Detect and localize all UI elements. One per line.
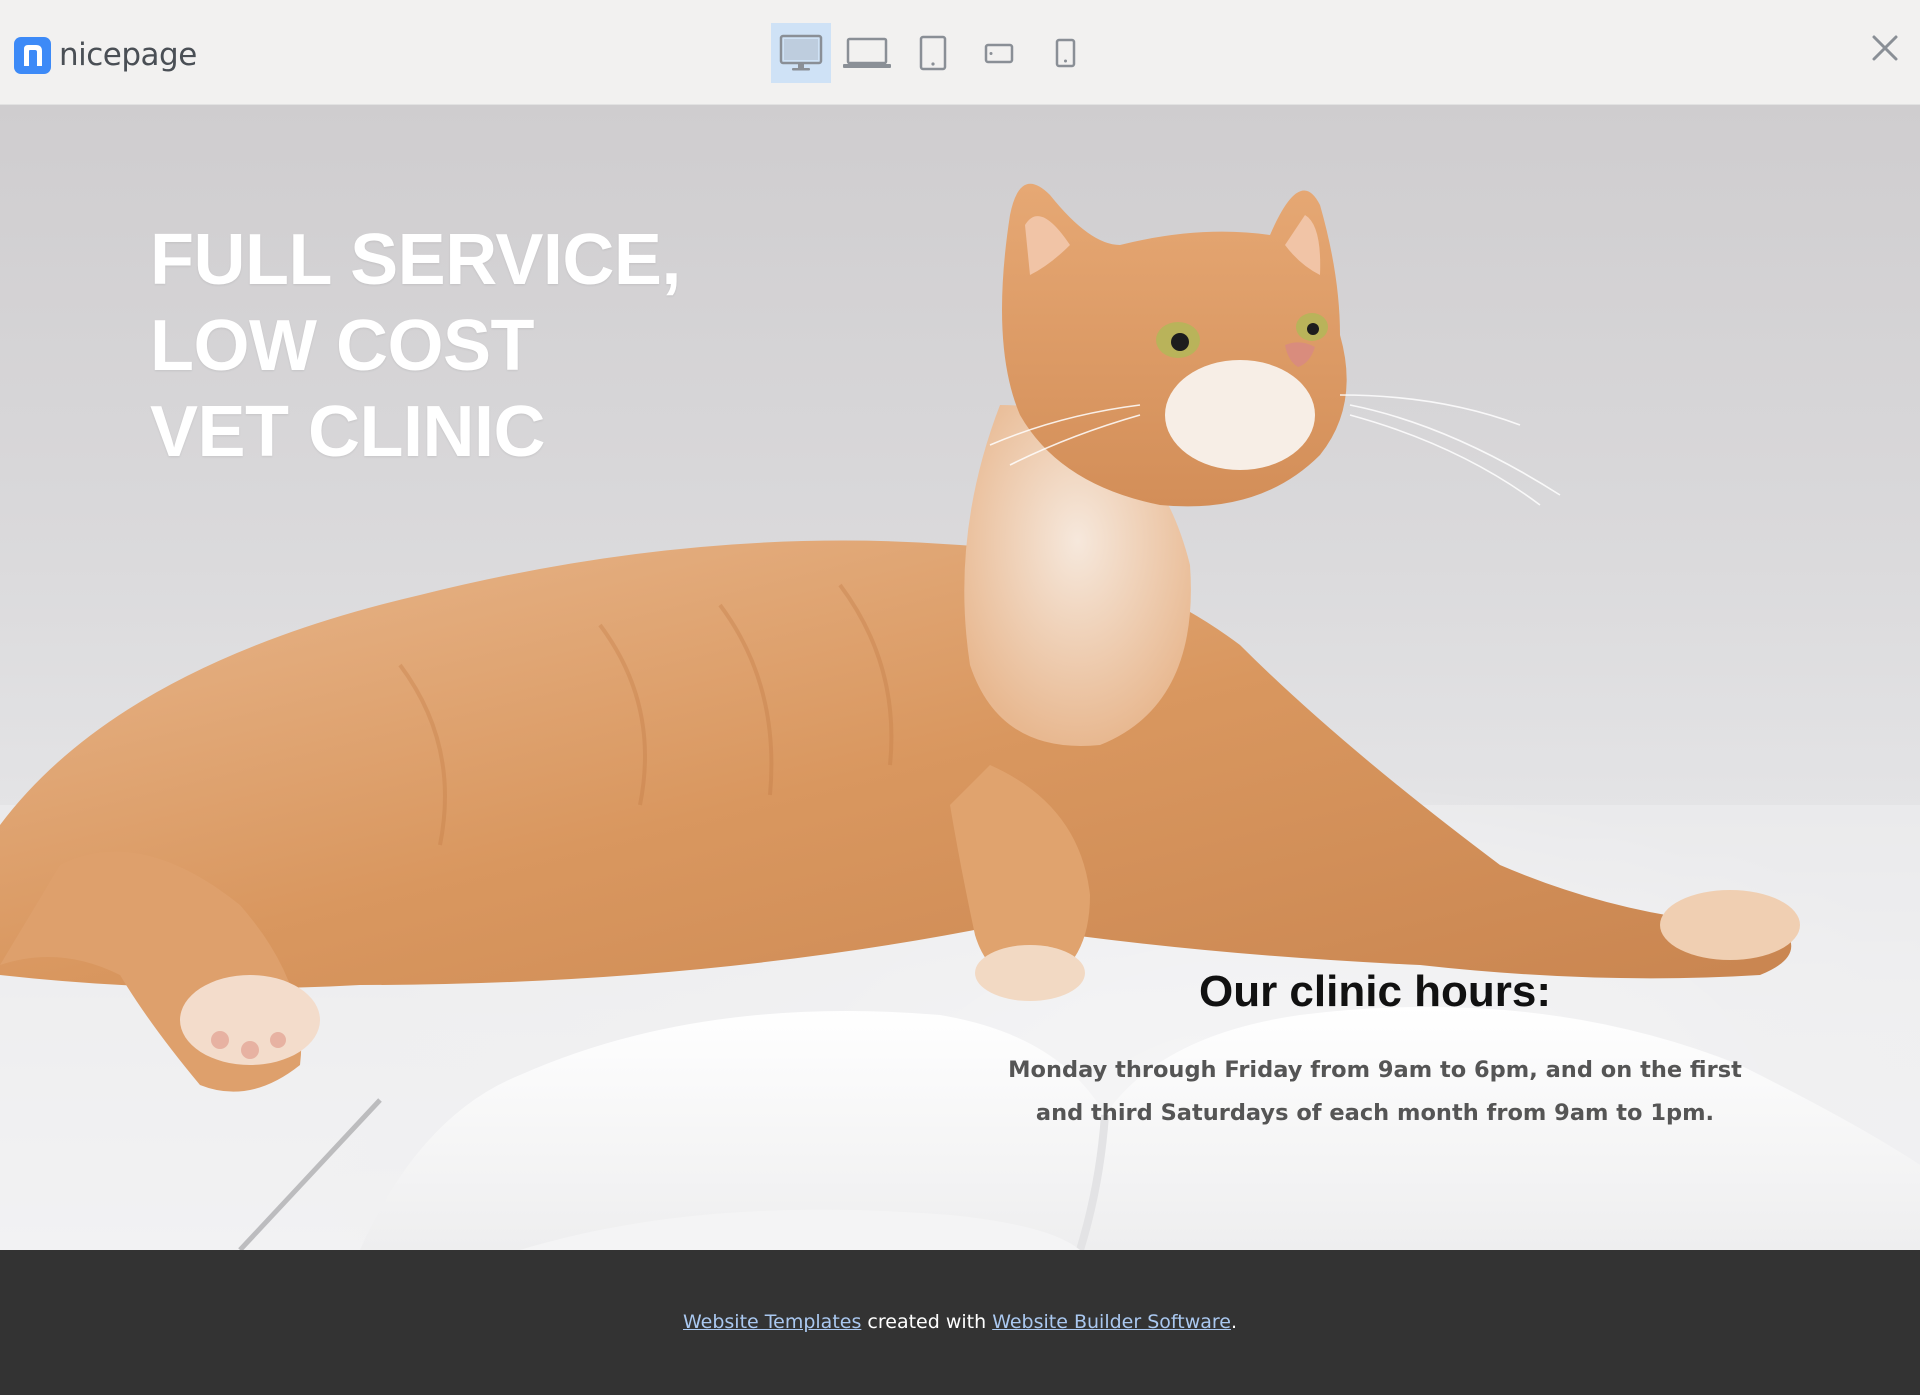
logo-mark-icon [14, 36, 51, 74]
desktop-icon [779, 34, 823, 71]
nicepage-logo[interactable]: nicepage [14, 36, 197, 74]
device-phone-landscape-button[interactable] [969, 23, 1029, 83]
footer-text: created with [861, 1311, 993, 1333]
device-tablet-button[interactable] [903, 23, 963, 83]
footer-period: . [1230, 1311, 1238, 1333]
device-desktop-button[interactable] [771, 23, 831, 83]
preview-toolbar: nicepage [0, 0, 1920, 105]
hero-headline: FULL SERVICE, LOW COST VET CLINIC [150, 217, 681, 475]
clinic-hours-text: Monday through Friday from 9am to 6pm, a… [1008, 1057, 1742, 1126]
website-templates-link[interactable]: Website Templates [683, 1311, 861, 1333]
footer-credit: Website Templates created with Website B… [0, 1307, 1920, 1337]
headline-line: LOW COST [150, 306, 534, 386]
hero-section: FULL SERVICE, LOW COST VET CLINIC Our cl… [0, 105, 1920, 1250]
close-preview-button[interactable] [1864, 27, 1906, 69]
close-icon [1872, 35, 1898, 61]
headline-line: FULL SERVICE, [150, 220, 681, 300]
clinic-hours-title: Our clinic hours: [1198, 967, 1552, 1016]
logo-text: nicepage [59, 37, 197, 73]
tablet-icon [919, 35, 947, 71]
clinic-hours-block: Our clinic hours: Monday through Friday … [985, 965, 1765, 1135]
website-builder-link[interactable]: Website Builder Software [992, 1311, 1231, 1333]
phone-icon [1055, 38, 1076, 68]
device-switcher [771, 23, 1101, 83]
device-laptop-button[interactable] [837, 23, 897, 83]
device-phone-button[interactable] [1035, 23, 1095, 83]
headline-line: VET CLINIC [150, 392, 546, 472]
phone-landscape-icon [984, 43, 1014, 64]
page-footer: Website Templates created with Website B… [0, 1250, 1920, 1395]
laptop-icon [843, 37, 891, 68]
